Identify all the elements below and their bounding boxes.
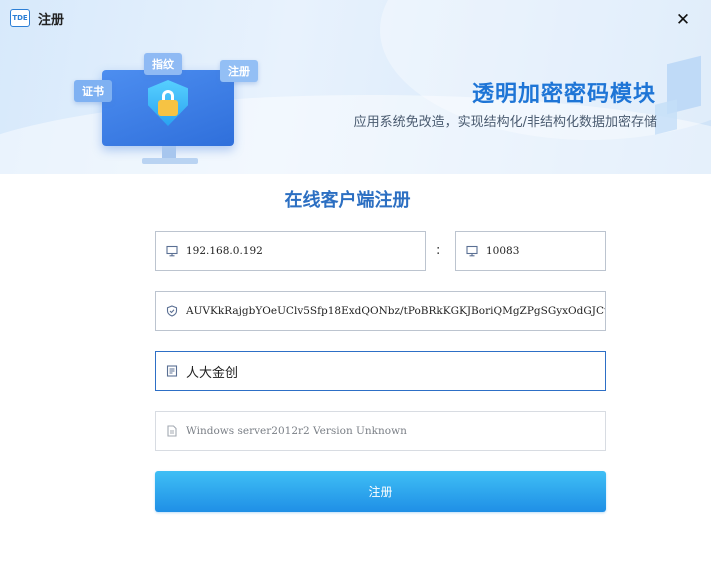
lock-icon	[158, 100, 178, 116]
os-info-value: Windows server2012r2 Version Unknown	[186, 425, 407, 437]
banner-subline: 应用系统免改造，实现结构化/非结构化数据加密存储	[353, 115, 657, 130]
close-button[interactable]: ✕	[674, 11, 692, 29]
monitor-base	[142, 158, 198, 164]
monitor-icon	[166, 245, 178, 257]
window-title: 注册	[38, 12, 65, 28]
register-button[interactable]: 注册	[155, 471, 606, 512]
register-tag: 注册	[220, 60, 258, 82]
register-key-field[interactable]: AUVKkRajgbYOeUClv5Sfp18ExdQONbz/tPoBRkKG…	[155, 291, 606, 331]
certificate-tag: 证书	[74, 80, 112, 102]
header-banner: 证书 指纹 注册 透明加密密码模块 应用系统免改造，实现结构化/非结构化数据加密…	[0, 0, 711, 174]
server-port-field[interactable]: 10083	[455, 231, 606, 271]
fingerprint-tag: 指纹	[144, 53, 182, 75]
banner-headline: 透明加密密码模块	[471, 82, 656, 107]
decorative-cubes	[655, 55, 711, 140]
monitor-icon	[466, 245, 478, 257]
cube-shape	[655, 99, 677, 135]
os-info-field: Windows server2012r2 Version Unknown	[155, 411, 606, 451]
ip-port-separator: :	[436, 243, 441, 258]
document-icon	[166, 365, 178, 377]
shield-check-icon	[166, 305, 178, 317]
register-key-value: AUVKkRajgbYOeUClv5Sfp18ExdQONbz/tPoBRkKG…	[186, 305, 605, 317]
title-bar: TDE 注册	[10, 8, 64, 28]
form-title: 在线客户端注册	[284, 190, 411, 211]
security-illustration: 证书 指纹 注册	[70, 48, 270, 174]
server-ip-value: 192.168.0.192	[186, 245, 263, 257]
file-icon	[166, 425, 178, 437]
server-ip-field[interactable]: 192.168.0.192	[155, 231, 426, 271]
client-name-field[interactable]: 人大金创	[155, 351, 606, 391]
app-logo-icon: TDE	[10, 9, 30, 27]
server-port-value: 10083	[486, 245, 520, 257]
client-name-value: 人大金创	[186, 365, 239, 381]
